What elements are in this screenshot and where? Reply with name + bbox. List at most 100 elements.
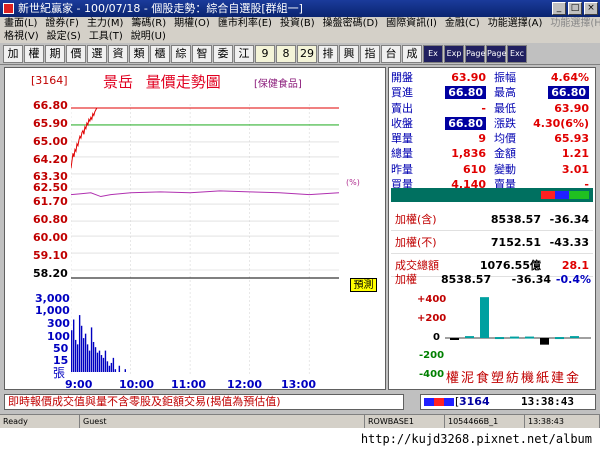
quote-row: 昨量 610 變動 3.01 (391, 162, 593, 177)
menu-item[interactable]: 格視(V) (4, 30, 39, 43)
price-volume-panel: [3164] 景岳 量價走勢圖 [保健食品] 66.80 65.90 65.00… (4, 67, 386, 391)
maximize-button[interactable]: □ (568, 2, 582, 15)
toolbar-button[interactable]: 排 (318, 45, 338, 63)
time-tick-label: 11:00 (171, 378, 207, 391)
quote-label: 最高 (494, 86, 516, 100)
price-tick-label: 60.80 (33, 213, 68, 226)
sector-header: 加權 8538.57 -36.34 -0.4% (391, 272, 593, 288)
volume-bar (92, 341, 95, 372)
percent-axis-tag: (%) (346, 178, 360, 187)
index-label: 加權(不) (395, 236, 437, 249)
toolbar-button[interactable]: Page (486, 45, 506, 63)
sector-category[interactable]: 權 (445, 367, 460, 386)
sector-category[interactable]: 紙 (535, 367, 550, 386)
toolbar-button[interactable]: Exp (444, 45, 464, 63)
quote-label: 買進 (391, 86, 413, 100)
quote-row: 買進 66.80 最高 66.80 (391, 85, 593, 100)
toolbar-button[interactable]: 成 (402, 45, 422, 63)
sector-category[interactable]: 塑 (490, 367, 505, 386)
ratio-swatch-red (541, 191, 555, 199)
forecast-tag[interactable]: 預測 (350, 278, 377, 292)
sector-tick-label: -400 (419, 369, 445, 380)
toolbar-button[interactable]: 9 (255, 45, 275, 63)
volume-bar (96, 352, 99, 372)
toolbar-button[interactable]: Ex (423, 45, 443, 63)
toolbar-button[interactable]: 委 (213, 45, 233, 63)
toolbar-button[interactable]: Exc (507, 45, 527, 63)
menu-item[interactable]: 畫面(L) (4, 17, 37, 30)
toolbar-button[interactable]: 29 (297, 45, 317, 63)
stock-name: 景岳 (103, 73, 134, 91)
toolbar-button[interactable]: 指 (360, 45, 380, 63)
minimize-button[interactable]: _ (552, 2, 566, 15)
menu-item[interactable]: 金融(C) (445, 17, 480, 30)
indicator-swatch-blue (424, 398, 434, 406)
stock-code-input[interactable]: 3164 (459, 395, 490, 409)
toolbar-button[interactable]: 智 (192, 45, 212, 63)
sector-bar (570, 336, 579, 339)
index-row: 加權(不) 7152.51 -43.33 (391, 231, 593, 254)
app-icon (3, 3, 14, 14)
menu-item[interactable]: 證券(F) (45, 17, 79, 30)
sector-category[interactable]: 機 (520, 367, 535, 386)
menu-item[interactable]: 國際資訊(I) (386, 17, 437, 30)
menu-item[interactable]: 籌碼(R) (131, 17, 166, 30)
toolbar-button[interactable]: 台 (381, 45, 401, 63)
bid-price: 66.80 (445, 86, 486, 100)
sector-title: 加權 (395, 273, 417, 286)
menu-item[interactable]: 操盤密碼(D) (323, 17, 379, 30)
quote-label: 變動 (494, 162, 516, 176)
quote-label: 昨量 (391, 162, 413, 176)
volume-bar (106, 361, 109, 372)
volume-bar (90, 327, 93, 372)
toolbar-button[interactable]: 價 (66, 45, 86, 63)
time-tick-label: 9:00 (65, 378, 93, 391)
toolbar-button[interactable]: 興 (339, 45, 359, 63)
quote-row: 開盤 63.90 振幅 4.64% (391, 70, 593, 85)
toolbar-button[interactable]: 櫃 (150, 45, 170, 63)
market-index-table: 加權(含) 8538.57 -36.34 加權(不) 7152.51 -43.3… (391, 208, 593, 277)
volume-bar (71, 330, 73, 372)
menu-item[interactable]: 工具(T) (89, 30, 123, 43)
menu-item[interactable]: 投資(B) (280, 17, 315, 30)
sector-category[interactable]: 泥 (460, 367, 475, 386)
menu-item[interactable]: 設定(S) (47, 30, 81, 43)
toolbar-button[interactable]: 資 (108, 45, 128, 63)
toolbar-button[interactable]: 期 (45, 45, 65, 63)
volume-bar (112, 357, 115, 372)
index-value: 8538.57 (490, 213, 541, 226)
sector-category[interactable]: 紡 (505, 367, 520, 386)
close-button[interactable]: × (584, 2, 598, 15)
status-rowbase: ROWBASE1 (365, 415, 445, 428)
sector-category[interactable]: 金 (565, 367, 580, 386)
toolbar-button[interactable]: 8 (276, 45, 296, 63)
volume-unit: 張 (53, 366, 66, 380)
toolbar-button[interactable]: 綜 (171, 45, 191, 63)
sector-bar (480, 297, 489, 338)
sector-categories: 權 泥 食 塑 紡 機 紙 建 金 (445, 367, 580, 386)
toolbar-button[interactable]: 類 (129, 45, 149, 63)
menu-item[interactable]: 期權(O) (174, 17, 210, 30)
change-value: 3.01 (561, 162, 589, 176)
menu-item[interactable]: 主力(M) (87, 17, 123, 30)
menu-item[interactable]: 功能選擇(A) (488, 17, 543, 30)
sector-category[interactable]: 食 (475, 367, 490, 386)
volume-bar (102, 357, 105, 372)
menu-item[interactable]: 匯市利率(E) (218, 17, 272, 30)
menu-item[interactable]: 說明(U) (131, 30, 166, 43)
toolbar-button[interactable]: 加 (3, 45, 23, 63)
quote-label: 開盤 (391, 71, 413, 84)
close-price: 66.80 (445, 116, 486, 130)
volume-bar (88, 350, 91, 372)
sector-category[interactable]: 建 (550, 367, 565, 386)
volume-bar (124, 369, 126, 372)
quote-label: 最低 (494, 101, 516, 115)
status-time: 13:38:43 (525, 415, 600, 428)
stock-category: [保健食品] (254, 79, 302, 90)
toolbar-button[interactable]: Page (465, 45, 485, 63)
toolbar-button[interactable]: 權 (24, 45, 44, 63)
sector-change: -36.34 (511, 273, 551, 286)
toolbar-button[interactable]: 選 (87, 45, 107, 63)
sector-bar-chart (445, 297, 591, 345)
toolbar-button[interactable]: 江 (234, 45, 254, 63)
